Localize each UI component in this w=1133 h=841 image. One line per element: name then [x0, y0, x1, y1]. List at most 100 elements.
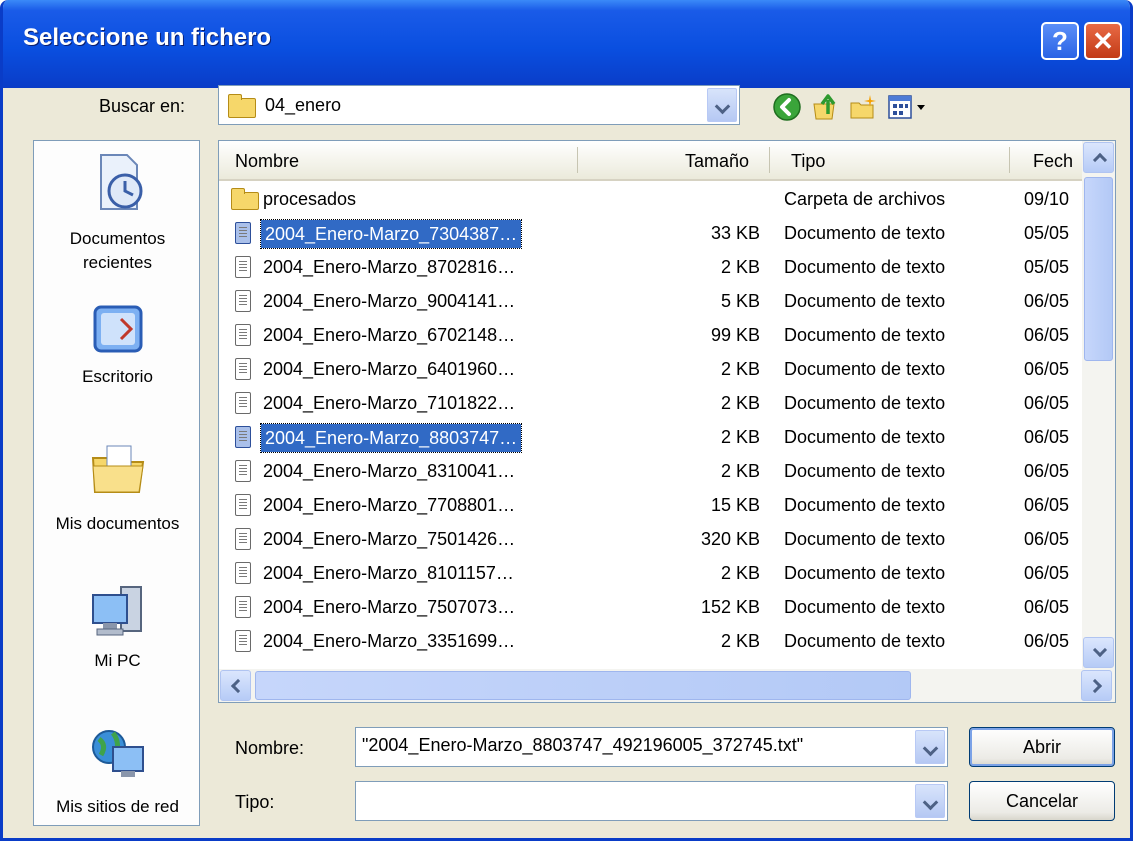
lookin-value: 04_enero [265, 95, 342, 115]
file-row[interactable]: 2004_Enero-Marzo_7501426… 320 KB Documento… [219, 523, 1082, 557]
column-type-header[interactable]: Tipo [791, 151, 825, 172]
file-row[interactable]: 2004_Enero-Marzo_3351699… 2 KB Documento d… [219, 625, 1082, 659]
file-row[interactable]: 2004_Enero-Marzo_9004141… 5 KB Documento d… [219, 285, 1082, 319]
file-name: 2004_Enero-Marzo_7501426… [263, 529, 516, 549]
file-row[interactable]: 2004_Enero-Marzo_8702816… 2 KB Documento d… [219, 251, 1082, 285]
back-arrow-icon[interactable] [772, 92, 802, 122]
file-name: 2004_Enero-Marzo_7101822… [263, 393, 516, 413]
file-size: 2 KB [720, 257, 760, 277]
document-shape [235, 324, 251, 346]
place-label: Escritorio [82, 367, 153, 386]
document-shape [235, 596, 251, 618]
lookin-combo[interactable]: 04_enero [218, 85, 740, 125]
file-size: 2 KB [720, 461, 760, 481]
file-type: Documento de texto [784, 597, 946, 617]
folder-icon [228, 94, 256, 118]
file-date: 06/05 [1024, 359, 1070, 379]
file-type: Documento de texto [784, 291, 946, 311]
file-row[interactable]: 2004_Enero-Marzo_8101157… 2 KB Documento d… [219, 557, 1082, 591]
text-document-icon [235, 256, 253, 280]
file-name: procesados [263, 189, 357, 209]
cancel-button[interactable]: Cancelar [969, 781, 1115, 821]
scroll-up-button[interactable] [1083, 142, 1114, 173]
column-date-header[interactable]: Fech [1033, 151, 1073, 172]
column-size-header[interactable]: Tamaño [685, 151, 749, 172]
file-type: Documento de texto [784, 325, 946, 345]
scroll-down-button[interactable] [1083, 637, 1114, 668]
folder-shape [231, 188, 259, 210]
help-button[interactable]: ? [1041, 22, 1079, 60]
file-row[interactable]: 2004_Enero-Marzo_7304387… 33 KB Documento … [219, 217, 1082, 251]
vertical-scrollbar[interactable] [1082, 141, 1115, 671]
horizontal-scrollbar[interactable] [219, 669, 1115, 702]
file-date: 05/05 [1024, 223, 1070, 243]
up-folder-icon[interactable] [810, 92, 840, 122]
document-shape [235, 392, 251, 414]
column-divider[interactable] [769, 147, 770, 173]
new-folder-icon[interactable] [848, 92, 878, 122]
title-bar[interactable]: Seleccione un fichero ? ✕ [3, 0, 1130, 88]
network-places-icon [91, 730, 144, 777]
document-shape [235, 358, 251, 380]
place-label: Documentos recientes [69, 229, 166, 272]
file-size: 320 KB [700, 529, 760, 549]
text-document-icon [235, 426, 253, 450]
file-row[interactable]: 2004_Enero-Marzo_8803747… 2 KB Documento d… [219, 421, 1082, 455]
file-type: Documento de texto [784, 223, 946, 243]
file-name: 2004_Enero-Marzo_8702816… [263, 257, 516, 277]
file-row[interactable]: 2004_Enero-Marzo_6401960… 2 KB Documento d… [219, 353, 1082, 387]
file-name: 2004_Enero-Marzo_7304387… [259, 219, 523, 249]
file-type: Documento de texto [784, 393, 946, 413]
file-date: 06/05 [1024, 631, 1070, 651]
file-row[interactable]: 2004_Enero-Marzo_7708801… 15 KB Documento … [219, 489, 1082, 523]
lookin-label: Buscar en: [99, 96, 186, 116]
file-row[interactable]: 2004_Enero-Marzo_7507073… 152 KB Documento… [219, 591, 1082, 625]
file-list[interactable]: Nombre Tamaño Tipo Fech procesados Carpet… [218, 140, 1116, 703]
filetype-label: Tipo: [235, 792, 275, 812]
file-row[interactable]: procesados Carpeta de archivos 09/10 [219, 183, 1082, 217]
scroll-right-button[interactable] [1081, 670, 1112, 701]
document-shape [235, 460, 251, 482]
filetype-select[interactable] [355, 781, 948, 821]
file-row[interactable]: 2004_Enero-Marzo_6702148… 99 KB Documento … [219, 319, 1082, 353]
file-date: 06/05 [1024, 325, 1070, 345]
close-button[interactable]: ✕ [1084, 22, 1122, 60]
file-type: Documento de texto [784, 563, 946, 583]
file-size: 5 KB [720, 291, 760, 311]
text-document-icon [235, 460, 253, 484]
file-type: Carpeta de archivos [784, 189, 946, 209]
places-bar: Documentos recientes Escritorio Mis docu… [33, 140, 200, 826]
file-type: Documento de texto [784, 461, 946, 481]
view-menu-icon[interactable] [887, 92, 931, 122]
text-document-icon [235, 494, 253, 518]
scroll-left-button[interactable] [220, 670, 251, 701]
open-button[interactable]: Abrir [969, 727, 1115, 767]
column-divider[interactable] [577, 147, 578, 173]
filename-input[interactable]: "2004_Enero-Marzo_8803747_492196005_3727… [355, 727, 948, 767]
recent-documents-icon [99, 154, 142, 210]
vertical-scroll-thumb[interactable] [1084, 177, 1113, 361]
text-document-icon [235, 324, 253, 348]
file-name: 2004_Enero-Marzo_3351699… [263, 631, 516, 651]
list-header: Nombre Tamaño Tipo Fech [219, 141, 1082, 181]
file-date: 09/10 [1024, 189, 1070, 209]
file-row[interactable]: 2004_Enero-Marzo_8310041… 2 KB Documento d… [219, 455, 1082, 489]
file-date: 06/05 [1024, 393, 1070, 413]
filename-dropdown-arrow[interactable] [915, 730, 945, 764]
file-type: Documento de texto [784, 359, 946, 379]
column-name-header[interactable]: Nombre [235, 151, 299, 172]
horizontal-scroll-thumb[interactable] [255, 671, 911, 700]
file-type: Documento de texto [784, 257, 946, 277]
folder-icon [231, 188, 259, 212]
file-size: 2 KB [720, 563, 760, 583]
column-divider[interactable] [1009, 147, 1010, 173]
desktop-icon [93, 305, 142, 353]
file-size: 2 KB [720, 631, 760, 651]
lookin-dropdown-arrow[interactable] [707, 88, 737, 122]
file-row[interactable]: 2004_Enero-Marzo_7101822… 2 KB Documento d… [219, 387, 1082, 421]
filetype-dropdown-arrow[interactable] [915, 784, 945, 818]
file-date: 06/05 [1024, 563, 1070, 583]
file-date: 06/05 [1024, 461, 1070, 481]
document-shape [235, 630, 251, 652]
text-document-icon [235, 562, 253, 586]
